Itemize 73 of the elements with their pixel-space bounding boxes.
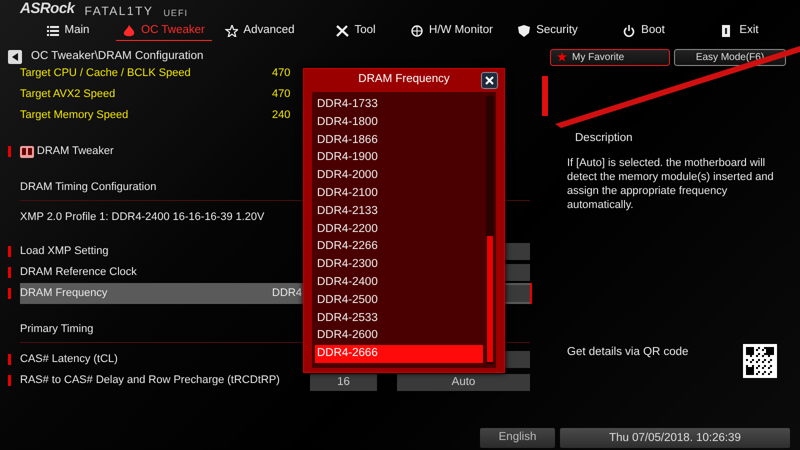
info-value: 470 bbox=[272, 87, 290, 102]
close-button[interactable] bbox=[481, 72, 498, 89]
item-marker bbox=[8, 146, 11, 157]
nav-tab[interactable]: Tool bbox=[308, 21, 404, 41]
dropdown-option[interactable]: DDR4-2100 bbox=[315, 184, 483, 203]
left-arrow-icon bbox=[12, 53, 18, 61]
dropdown-option[interactable]: DDR4-1900 bbox=[315, 149, 483, 168]
setting-field[interactable]: Auto bbox=[397, 374, 530, 391]
item-marker bbox=[8, 354, 11, 365]
item-marker bbox=[8, 267, 11, 278]
item-marker bbox=[8, 288, 11, 299]
qr-code bbox=[743, 344, 777, 378]
info-value: 470 bbox=[272, 66, 290, 82]
nav-tab[interactable]: Security bbox=[500, 21, 596, 41]
setting-label[interactable]: DRAM Reference Clock bbox=[20, 262, 272, 283]
info-label: Target Memory Speed bbox=[20, 108, 128, 124]
dropdown-option[interactable]: DDR4-1800 bbox=[315, 114, 483, 132]
submenu-link[interactable]: DRAM Tweaker bbox=[36, 143, 114, 160]
breadcrumb: OC Tweaker\DRAM Configuration bbox=[31, 49, 204, 64]
gauge-icon bbox=[411, 25, 424, 37]
dropdown-option[interactable]: DDR4-2133 bbox=[315, 202, 483, 221]
dropdown-option[interactable]: DDR4-2533 bbox=[315, 310, 483, 328]
section-heading: Primary Timing bbox=[20, 322, 94, 338]
back-button[interactable] bbox=[8, 50, 22, 64]
setting-label[interactable]: DRAM Frequency bbox=[20, 283, 272, 304]
dropdown-option[interactable]: DDR4-2500 bbox=[315, 292, 483, 310]
dialog-title: DRAM Frequency bbox=[358, 72, 450, 88]
info-label: Target CPU / Cache / BCLK Speed bbox=[20, 66, 191, 82]
item-marker bbox=[8, 246, 11, 257]
nav-tab[interactable]: Exit bbox=[692, 21, 788, 41]
nav-tab[interactable]: Advanced bbox=[212, 21, 308, 41]
tools-icon bbox=[336, 25, 350, 37]
description-text: If [Auto] is selected. the motherboard will detect the memory module(s) inserted and assign the appropriate frequency automatically. bbox=[566, 156, 775, 212]
dropdown-option[interactable]: DDR4-2266 bbox=[315, 238, 483, 256]
dropdown-option[interactable]: DDR4-2200 bbox=[315, 220, 483, 238]
dropdown-option[interactable]: DDR4-2300 bbox=[315, 256, 483, 274]
uefi-label: UEFI bbox=[163, 6, 188, 20]
setting-label[interactable]: CAS# Latency (tCL) bbox=[20, 349, 272, 370]
scrollbar[interactable] bbox=[486, 96, 494, 364]
flame-icon bbox=[123, 24, 136, 36]
section-heading: DRAM Timing Configuration bbox=[20, 180, 156, 196]
setting-label[interactable]: RAS# to CAS# Delay and Row Precharge (tRCDtRP) bbox=[20, 370, 310, 391]
setting-label[interactable]: Load XMP Setting bbox=[20, 241, 272, 262]
list-icon bbox=[46, 25, 60, 37]
nav-tab[interactable]: H/W Monitor bbox=[404, 21, 500, 41]
nav-tab[interactable]: Boot bbox=[596, 21, 692, 41]
close-icon bbox=[485, 76, 494, 85]
profile-text: XMP 2.0 Profile 1: DDR4-2400 16-16-16-39 1.20V bbox=[20, 210, 264, 226]
star-icon bbox=[225, 25, 238, 37]
dropdown-option[interactable]: DDR4-2000 bbox=[315, 167, 483, 185]
nav-tab[interactable]: Main bbox=[20, 21, 116, 41]
setting-field[interactable]: 16 bbox=[310, 374, 377, 391]
language-button[interactable]: English bbox=[480, 428, 555, 448]
description-title: Description bbox=[574, 131, 634, 146]
dropdown-option[interactable]: DDR4-2600 bbox=[315, 327, 483, 346]
memory-icon bbox=[20, 146, 34, 158]
nav-tab[interactable]: OC Tweaker bbox=[116, 21, 212, 41]
info-value: 240 bbox=[272, 108, 290, 124]
dropdown-option[interactable]: DDR4-1733 bbox=[315, 96, 483, 114]
dropdown-option[interactable]: DDR4-2666 bbox=[315, 345, 483, 363]
shield-icon bbox=[518, 25, 532, 37]
star-icon bbox=[557, 52, 567, 62]
date-time: Thu 07/05/2018. 10:26:39 bbox=[560, 428, 790, 448]
info-label: Target AVX2 Speed bbox=[20, 87, 116, 102]
qr-caption: Get details via QR code bbox=[567, 345, 688, 360]
item-marker bbox=[8, 375, 11, 386]
dropdown-option[interactable]: DDR4-1866 bbox=[315, 132, 483, 150]
power-icon bbox=[623, 25, 636, 37]
brand-logo: ASRock bbox=[20, 0, 75, 18]
setting-value: DDR4 bbox=[272, 286, 302, 302]
dropdown-option[interactable]: DDR4-2400 bbox=[315, 274, 483, 292]
product-logo: FATAL1TY bbox=[84, 3, 154, 20]
favorite-button[interactable]: My Favorite bbox=[550, 48, 670, 66]
